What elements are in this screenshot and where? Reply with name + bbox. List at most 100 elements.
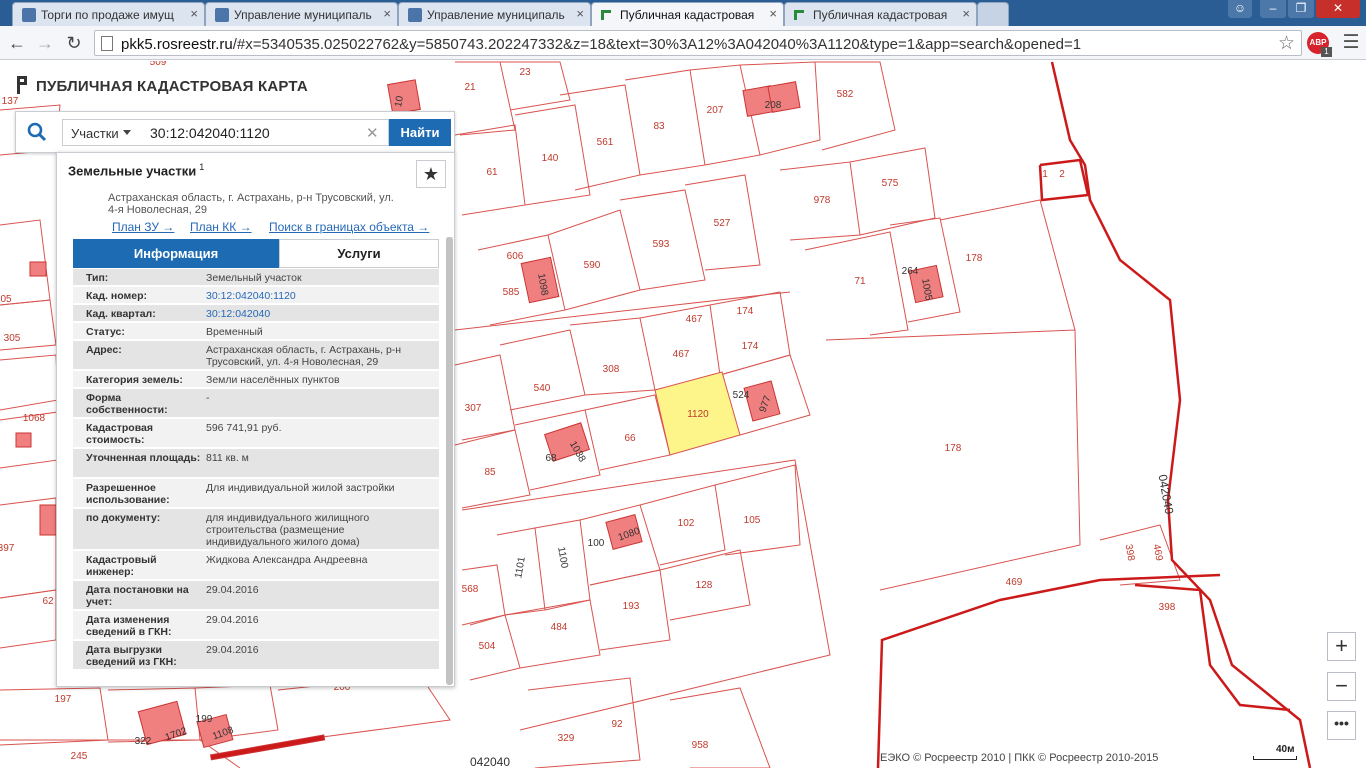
quarter-plan-link[interactable]: План КК → [190, 220, 252, 234]
search-type-dropdown[interactable]: Участки [62, 119, 138, 146]
parcel-plan-link[interactable]: План ЗУ → [112, 220, 174, 234]
parcel-label: 329 [558, 733, 575, 744]
attribute-row-registration-date: Дата постановки на учет: 29.04.2016 [73, 581, 439, 611]
browser-tab-5[interactable]: Публичная кадастровая × [784, 2, 977, 26]
parcel-boundary [527, 677, 641, 768]
parcel-label: 178 [945, 443, 962, 454]
address-bar[interactable]: pkk5.rosreestr.ru/#x=5340535.025022762&y… [94, 30, 1302, 56]
bookmark-star-icon[interactable]: ☆ [1278, 32, 1295, 55]
search-icon[interactable] [26, 121, 48, 143]
attribute-row-type: Тип: Земельный участок [73, 269, 439, 287]
attribute-row-address: Адрес: Астраханская область, г. Астрахан… [73, 341, 439, 371]
zoom-out-button[interactable]: − [1327, 672, 1356, 701]
close-tab-icon[interactable]: × [383, 6, 391, 21]
browser-tab-3[interactable]: Управление муниципаль × [398, 2, 591, 26]
parcel-boundary [461, 459, 831, 731]
close-tab-icon[interactable]: × [962, 6, 970, 21]
tab-label: Публичная кадастровая [813, 8, 948, 22]
parcel-label: 23 [519, 67, 531, 78]
building [39, 504, 57, 536]
attribute-row-engineer: Кадастровый инженер: Жидкова Александра … [73, 551, 439, 581]
parcel-label: 467 [686, 314, 703, 325]
zoom-in-button[interactable]: + [1327, 632, 1356, 661]
forward-arrow-icon[interactable]: → [34, 32, 56, 54]
favorite-star-button[interactable]: ★ [416, 160, 446, 188]
tab-services[interactable]: Услуги [279, 239, 439, 268]
new-tab-button[interactable] [977, 2, 1009, 26]
parcel-label: 71 [854, 276, 866, 287]
attribute-row-area: Уточненная площадь: 811 кв. м [73, 449, 439, 479]
attribute-row-by-document: по документу: для индивидуального жилищн… [73, 509, 439, 551]
search-input[interactable]: 30:12:042040:1120 [137, 119, 389, 146]
attribute-row-cadastral-quarter: Кад. квартал: 30:12:042040 [73, 305, 439, 323]
parcel-boundary [454, 354, 516, 441]
page-icon [101, 36, 113, 51]
parcel-label: 540 [534, 383, 551, 394]
parcel-boundary [709, 291, 791, 376]
close-tab-icon[interactable]: × [190, 6, 198, 21]
clear-search-icon[interactable]: ✕ [366, 124, 379, 142]
parcel-label: 585 [503, 287, 520, 298]
url-text: pkk5.rosreestr.ru/#x=5340535.025022762&y… [121, 36, 1082, 53]
panel-scrollbar[interactable] [446, 237, 453, 685]
parcel-boundary [499, 329, 586, 411]
attribute-row-land-category: Категория земель: Земли населённых пункт… [73, 371, 439, 389]
restore-window-icon[interactable]: ❐ [1288, 0, 1314, 18]
search-within-object-link[interactable]: Поиск в границах объекта → [269, 220, 429, 234]
browser-tab-1[interactable]: Торги по продаже имущ × [12, 2, 205, 26]
parcel-boundary [0, 354, 59, 411]
building [29, 261, 47, 277]
quarter-boundary [1038, 158, 1090, 202]
scrollbar-thumb[interactable] [446, 237, 453, 685]
browser-tab-4-active[interactable]: Публичная кадастровая × [591, 2, 784, 26]
parcel-label: 102 [678, 518, 695, 529]
parcel-label: 68 [545, 453, 557, 464]
site-title-text: ПУБЛИЧНАЯ КАДАСТРОВАЯ КАРТА [36, 78, 308, 95]
cadastral-quarter-link[interactable]: 30:12:042040 [206, 308, 431, 320]
parcel-label: 92 [611, 719, 623, 730]
user-profile-icon[interactable]: ☺ [1228, 0, 1252, 18]
parcel-label: 467 [673, 349, 690, 360]
browser-menu-icon[interactable]: ☰ [1340, 32, 1362, 54]
attribute-row-cadastral-number: Кад. номер: 30:12:042040:1120 [73, 287, 439, 305]
parcel-boundary [849, 147, 936, 236]
scale-label: 40м [1276, 744, 1295, 755]
parcel-label: 469 [1151, 543, 1165, 562]
minimize-window-icon[interactable]: – [1260, 0, 1286, 18]
parcel-label: 524 [733, 390, 750, 401]
search-button[interactable]: Найти [389, 119, 451, 146]
parcel-label: 66 [624, 433, 636, 444]
parcel-label: 128 [696, 580, 713, 591]
parcel-boundary [815, 61, 896, 151]
parcel-label: 606 [507, 251, 524, 262]
parcel-label: 308 [603, 364, 620, 375]
attribute-row-modified-date: Дата изменения сведений в ГКН: 29.04.201… [73, 611, 439, 641]
close-tab-icon[interactable]: × [576, 6, 584, 21]
search-panel: Участки 30:12:042040:1120 ✕ Найти [15, 111, 455, 153]
parcel-label: 575 [882, 178, 899, 189]
search-type-label: Участки [71, 126, 119, 141]
close-window-icon[interactable]: ✕ [1316, 0, 1360, 18]
cadastral-number-link[interactable]: 30:12:042040:1120 [206, 290, 431, 302]
attribute-row-export-date: Дата выгрузки сведений из ГКН: 29.04.201… [73, 641, 439, 671]
tab-information[interactable]: Информация [73, 239, 279, 268]
browser-tab-2[interactable]: Управление муниципаль × [205, 2, 398, 26]
parcel-label: 978 [814, 195, 831, 206]
attribute-row-status: Статус: Временный [73, 323, 439, 341]
parcel-label: 1068 [23, 413, 46, 424]
parcel-label: 208 [765, 100, 782, 111]
browser-toolbar: ← → ↻ pkk5.rosreestr.ru/#x=5340535.02502… [0, 26, 1366, 60]
close-tab-icon[interactable]: × [769, 6, 777, 21]
back-arrow-icon[interactable]: ← [6, 32, 28, 54]
rosreestr-favicon-icon [601, 10, 611, 20]
reload-icon[interactable]: ↻ [63, 32, 85, 54]
parcel-label: 1100 [555, 546, 570, 570]
building [15, 432, 32, 448]
parcel-label: 484 [551, 622, 568, 633]
map-more-button[interactable]: ••• [1327, 711, 1356, 740]
parcel-label: 1 [1042, 169, 1048, 180]
parcel-label: 561 [597, 137, 614, 148]
parcel-label: 593 [653, 239, 670, 250]
rosreestr-logo-icon [14, 76, 30, 94]
parcel-label: 398 [1159, 602, 1176, 613]
